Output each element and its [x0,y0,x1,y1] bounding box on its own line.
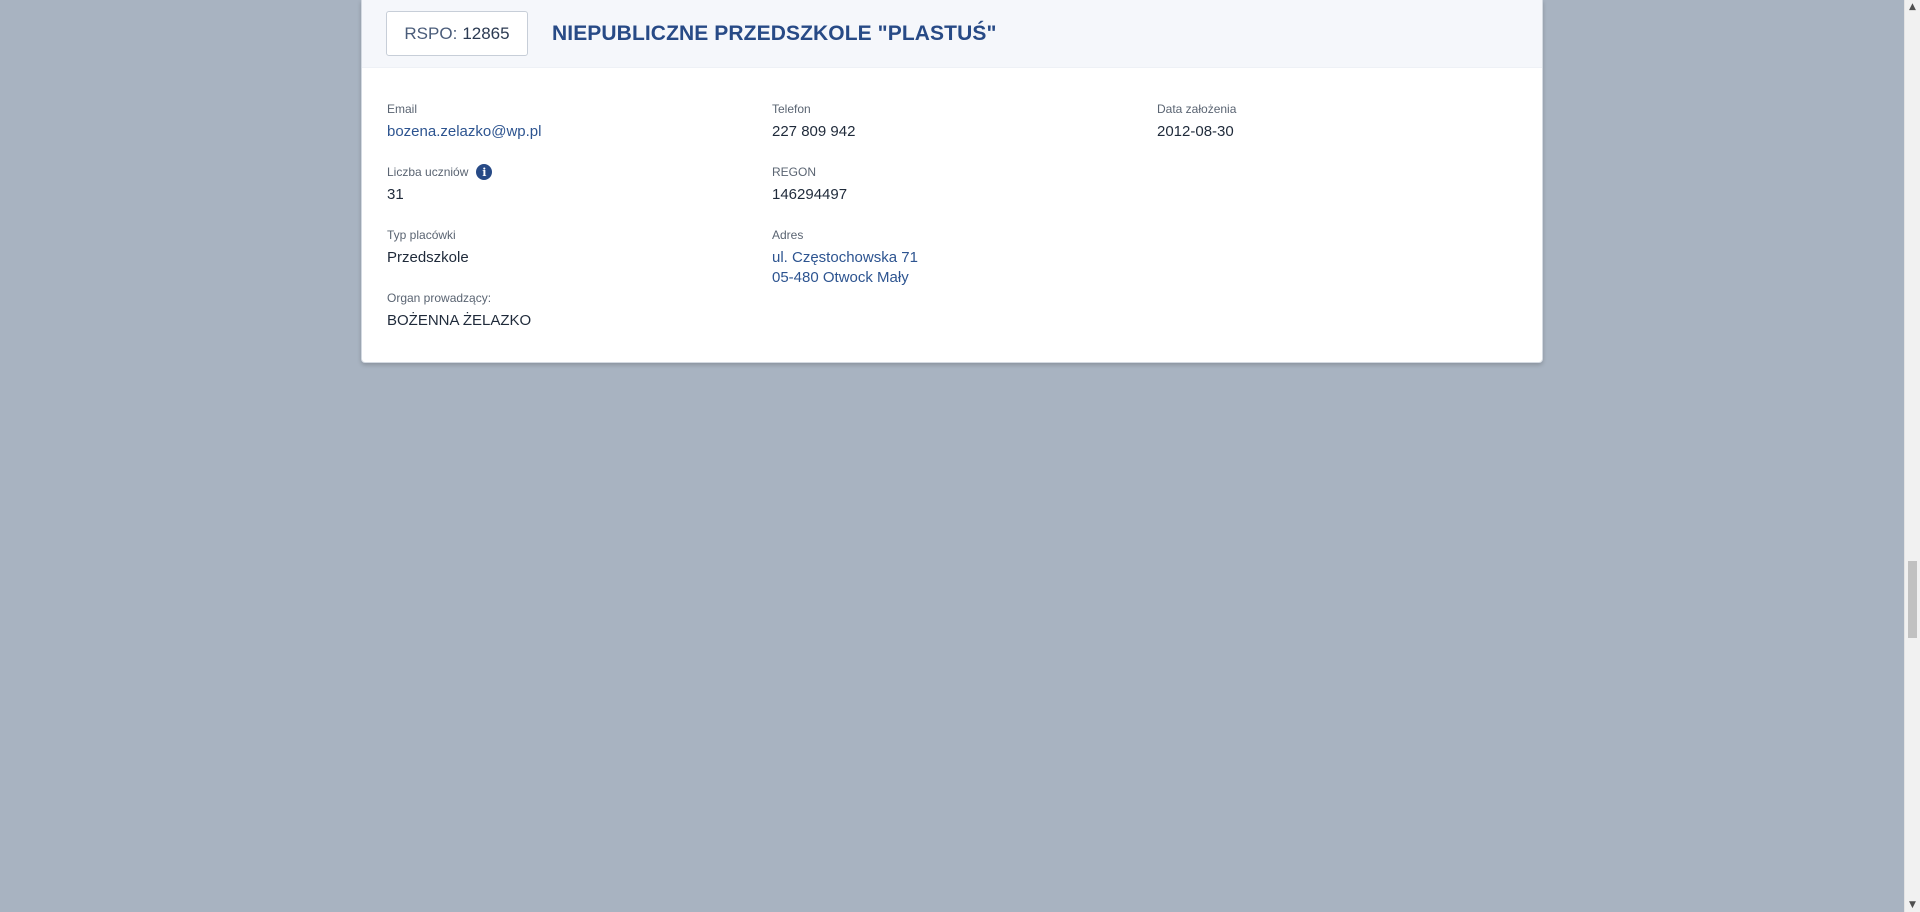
regon-field: REGON 146294497 [772,164,847,205]
email-field: Email bozena.zelazko@wp.pl [387,101,541,142]
students-field: Liczba uczniów i 31 [387,164,493,205]
rspo-label: RSPO: [404,23,458,43]
card-header: RSPO: 12865 NIEPUBLICZNE PRZEDSZKOLE "PL… [362,0,1542,68]
address-link[interactable]: ul. Częstochowska 71 05-480 Otwock Mały [772,248,918,288]
address-line2[interactable]: 05-480 Otwock Mały [772,268,918,288]
organ-field: Organ prowadzący: BOŻENNA ŻELAZKO [387,290,531,331]
vertical-scrollbar[interactable]: ▲ ▼ [1904,0,1920,912]
scroll-up-arrow-icon[interactable]: ▲ [1905,0,1920,14]
phone-value: 227 809 942 [772,123,856,140]
info-icon[interactable]: i [476,164,493,180]
type-label: Typ placówki [387,228,456,242]
type-value: Przedszkole [387,249,469,266]
regon-value: 146294497 [772,186,848,203]
scroll-down-arrow-icon[interactable]: ▼ [1905,898,1920,912]
regon-label: REGON [772,165,817,179]
address-field: Adres ul. Częstochowska 71 05-480 Otwock… [772,227,918,288]
email-link[interactable]: bozena.zelazko@wp.pl [387,122,541,142]
type-field: Typ placówki Przedszkole [387,227,469,268]
email-label: Email [387,102,418,116]
scroll-thumb[interactable] [1908,561,1917,638]
founded-field: Data założenia 2012-08-30 [1157,101,1236,142]
rspo-badge: RSPO: 12865 [386,11,528,56]
school-card: RSPO: 12865 NIEPUBLICZNE PRZEDSZKOLE "PL… [361,0,1543,363]
phone-field: Telefon 227 809 942 [772,101,855,142]
students-value: 31 [387,186,404,203]
organ-value: BOŻENNA ŻELAZKO [387,312,532,329]
rspo-number: 12865 [462,23,510,43]
phone-label: Telefon [772,102,811,116]
students-label: Liczba uczniów [387,165,469,179]
founded-value: 2012-08-30 [1157,123,1234,140]
organ-label: Organ prowadzący: [387,291,492,305]
address-label: Adres [772,228,804,242]
students-label-row: Liczba uczniów i [387,164,493,180]
school-title[interactable]: NIEPUBLICZNE PRZEDSZKOLE "PLASTUŚ" [552,22,997,46]
founded-label: Data założenia [1157,102,1237,116]
address-line1[interactable]: ul. Częstochowska 71 [772,248,918,268]
